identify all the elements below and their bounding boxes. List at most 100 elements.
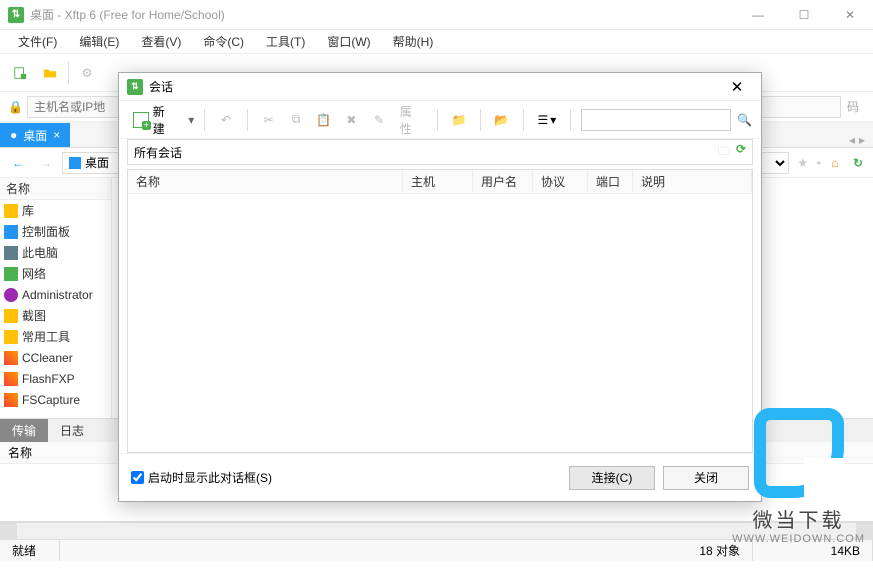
dialog-toolbar: 新建 ▾ ↶ ✂ ⧉ 📋 ✖ ✎ 属性 📁 📂 ☰ ▾ 🔍	[119, 101, 761, 139]
tab-desktop[interactable]: ● 桌面 ×	[0, 123, 70, 147]
menubar: 文件(F) 编辑(E) 查看(V) 命令(C) 工具(T) 窗口(W) 帮助(H…	[0, 30, 873, 54]
forward-button[interactable]: →	[34, 151, 58, 175]
app-icon	[4, 393, 18, 407]
connect-button[interactable]: 连接(C)	[569, 466, 655, 490]
chevron-down-icon: ▾	[550, 113, 556, 127]
back-button[interactable]: ←	[6, 151, 30, 175]
close-button[interactable]: ✕	[827, 0, 873, 30]
list-view-icon: ☰	[538, 113, 549, 127]
refresh-icon[interactable]: ⟳	[736, 142, 746, 163]
menu-view[interactable]: 查看(V)	[133, 31, 189, 52]
show-on-start-checkbox[interactable]: 启动时显示此对话框(S)	[131, 469, 272, 486]
dropdown-arrow-icon[interactable]: ▾	[188, 113, 194, 127]
close-button[interactable]: 关闭	[663, 466, 749, 490]
rename-icon[interactable]: ✎	[368, 109, 390, 131]
titlebar: ⇅ 桌面 - Xftp 6 (Free for Home/School) — ☐…	[0, 0, 873, 30]
open-folder-icon[interactable]	[38, 61, 62, 85]
col-name[interactable]: 名称	[128, 170, 403, 193]
dialog-footer: 启动时显示此对话框(S) 连接(C) 关闭	[119, 453, 761, 501]
tree-header-name[interactable]: 名称	[0, 178, 111, 200]
network-icon	[4, 267, 18, 281]
favorite-icon[interactable]: ★	[793, 156, 813, 170]
separator: •	[817, 156, 821, 170]
minimize-button[interactable]: —	[735, 0, 781, 30]
tree-item-network[interactable]: 网络	[0, 263, 111, 284]
new-session-button[interactable]: 新建	[127, 101, 182, 139]
checkbox-input[interactable]	[131, 471, 144, 484]
menu-edit[interactable]: 编辑(E)	[71, 31, 127, 52]
delete-icon[interactable]: ✖	[341, 109, 363, 131]
properties-label[interactable]: 属性	[396, 103, 428, 137]
new-session-icon[interactable]	[8, 61, 32, 85]
menu-help[interactable]: 帮助(H)	[385, 31, 442, 52]
separator	[480, 109, 481, 131]
menu-tool[interactable]: 工具(T)	[258, 31, 313, 52]
folder-icon[interactable]: 📁	[448, 109, 470, 131]
new-icon	[133, 112, 149, 128]
tab-next-icon[interactable]: ▸	[859, 133, 865, 147]
new-label: 新建	[153, 103, 177, 137]
path-label: 桌面	[85, 154, 109, 171]
separator	[570, 109, 571, 131]
separator	[523, 109, 524, 131]
status-size: 14KB	[753, 540, 873, 561]
tree-item-flashfxp[interactable]: FlashFXP	[0, 368, 111, 389]
up-folder-icon[interactable]: 📂	[491, 109, 513, 131]
tree-item-this-pc[interactable]: 此电脑	[0, 242, 111, 263]
statusbar: 就绪 18 对象 14KB	[0, 539, 873, 561]
session-list: 名称 主机 用户名 协议 端口 说明	[127, 169, 753, 453]
toolbar-undo-icon[interactable]: ↶	[215, 109, 237, 131]
tab-prev-icon[interactable]: ◂	[849, 133, 855, 147]
paste-icon[interactable]: 📋	[313, 109, 335, 131]
col-proto[interactable]: 协议	[533, 170, 588, 193]
app-icon	[4, 351, 18, 365]
app-icon	[4, 372, 18, 386]
copy-icon[interactable]: ⧉	[285, 109, 307, 131]
cut-icon[interactable]: ✂	[258, 109, 280, 131]
view-mode-dropdown[interactable]: ☰ ▾	[534, 113, 561, 127]
dialog-breadcrumb[interactable]: 所有会话 🗀 ⟳	[127, 139, 753, 165]
folder-copy-icon[interactable]: 🗀	[718, 142, 730, 163]
tree-panel: 名称 库 控制面板 此电脑 网络 Administrator 截图 常用工具 C…	[0, 178, 112, 418]
maximize-button[interactable]: ☐	[781, 0, 827, 30]
menu-file[interactable]: 文件(F)	[10, 31, 65, 52]
folder-icon	[4, 309, 18, 323]
tab-log[interactable]: 日志	[48, 419, 96, 442]
path-box[interactable]: 桌面	[62, 152, 122, 174]
tree-item-tools[interactable]: 常用工具	[0, 326, 111, 347]
tab-dot-icon: ●	[10, 128, 17, 142]
list-body[interactable]	[128, 194, 752, 452]
col-port[interactable]: 端口	[588, 170, 633, 193]
horizontal-scrollbar[interactable]	[0, 522, 873, 539]
dialog-titlebar: ⇅ 会话 ✕	[119, 73, 761, 101]
library-icon	[4, 204, 18, 218]
col-host[interactable]: 主机	[403, 170, 473, 193]
checkbox-label: 启动时显示此对话框(S)	[148, 469, 272, 486]
tree-item-ccleaner[interactable]: CCleaner	[0, 347, 111, 368]
addr-right-hint: 码	[841, 98, 865, 115]
tree-item-library[interactable]: 库	[0, 200, 111, 221]
menu-window[interactable]: 窗口(W)	[319, 31, 378, 52]
col-user[interactable]: 用户名	[473, 170, 533, 193]
separator	[247, 109, 248, 131]
session-dialog: ⇅ 会话 ✕ 新建 ▾ ↶ ✂ ⧉ 📋 ✖ ✎ 属性 📁 📂 ☰ ▾ 🔍 所有会…	[118, 72, 762, 502]
tab-transfer[interactable]: 传输	[0, 419, 48, 442]
menu-command[interactable]: 命令(C)	[195, 31, 252, 52]
user-icon	[4, 288, 18, 302]
window-title: 桌面 - Xftp 6 (Free for Home/School)	[30, 6, 225, 23]
control-panel-icon	[4, 225, 18, 239]
search-icon[interactable]: 🔍	[737, 113, 753, 127]
breadcrumb-label: 所有会话	[134, 144, 182, 161]
tab-close-icon[interactable]: ×	[53, 128, 60, 142]
tree-item-control-panel[interactable]: 控制面板	[0, 221, 111, 242]
tree-item-fscapture[interactable]: FSCapture	[0, 389, 111, 410]
dialog-close-icon[interactable]: ✕	[721, 78, 753, 96]
toolbar-icon[interactable]: ⚙	[75, 61, 99, 85]
separator	[437, 109, 438, 131]
col-desc[interactable]: 说明	[633, 170, 752, 193]
home-icon[interactable]: ⌂	[825, 156, 845, 170]
tree-item-administrator[interactable]: Administrator	[0, 284, 111, 305]
tree-item-screenshots[interactable]: 截图	[0, 305, 111, 326]
refresh-icon[interactable]: ↻	[849, 156, 867, 170]
session-search-input[interactable]	[581, 109, 731, 131]
